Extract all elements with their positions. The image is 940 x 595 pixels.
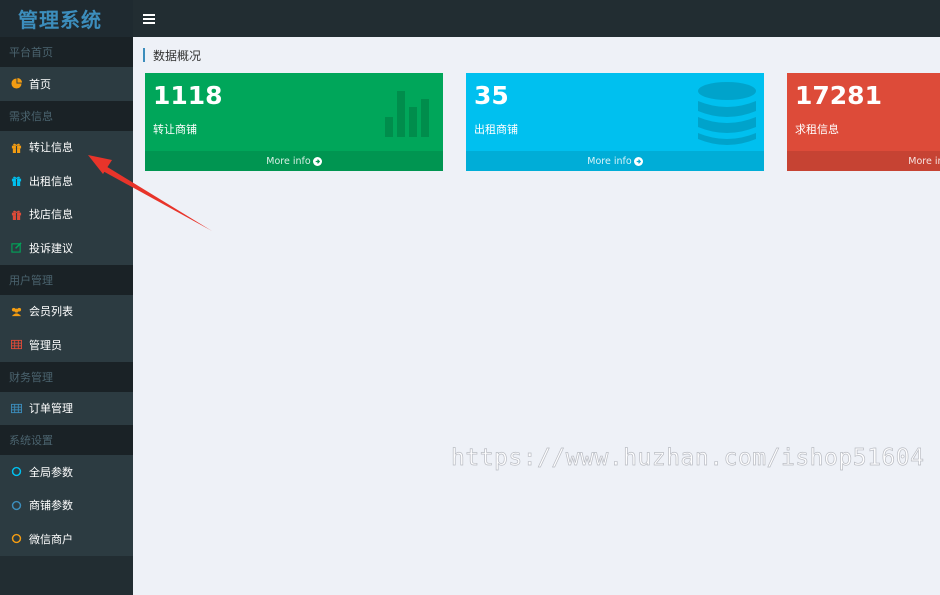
bar-chart-icon — [385, 91, 429, 137]
sidebar-item-rent[interactable]: 出租信息 — [0, 164, 133, 198]
sidebar-item-find-shop[interactable]: 找店信息 — [0, 197, 133, 231]
circle-icon — [10, 533, 22, 545]
sidebar-item-label: 首页 — [29, 77, 51, 91]
more-info-link[interactable]: More info — [466, 151, 764, 171]
circle-icon — [10, 499, 22, 511]
edit-icon — [10, 242, 22, 254]
arrow-circle-right-icon — [312, 156, 322, 166]
sidebar-item-label: 投诉建议 — [29, 241, 73, 255]
sidebar-item-label: 找店信息 — [29, 208, 73, 222]
sidebar-item-label: 会员列表 — [29, 305, 73, 319]
sidebar-item-label: 全局参数 — [29, 465, 73, 479]
database-icon — [698, 82, 756, 145]
app-title: 管理系统 — [18, 8, 102, 32]
sidebar-item-global-params[interactable]: 全局参数 — [0, 455, 133, 489]
table-icon — [10, 402, 22, 414]
menu-toggle-icon[interactable] — [143, 13, 155, 24]
app-logo[interactable]: 管理系统 — [0, 0, 133, 37]
section-header-platform: 平台首页 — [0, 37, 133, 67]
table-icon — [10, 339, 22, 351]
sidebar-item-label: 转让信息 — [29, 141, 73, 155]
more-info-label: More info — [908, 155, 940, 167]
gift-icon — [10, 175, 22, 187]
section-header-finance: 财务管理 — [0, 361, 133, 392]
watermark-text: https://www.huzhan.com/ishop51604 — [451, 445, 925, 472]
sidebar-item-label: 微信商户 — [29, 532, 73, 546]
more-info-link[interactable]: More info — [145, 151, 443, 171]
circle-icon — [10, 466, 22, 478]
top-navbar — [133, 0, 940, 37]
stat-label: 出租商铺 — [474, 123, 518, 136]
sidebar-item-shop-params[interactable]: 商铺参数 — [0, 488, 133, 522]
stat-label: 求租信息 — [795, 123, 839, 136]
stat-number: 17281 — [795, 81, 882, 110]
sidebar-item-transfer[interactable]: 转让信息 — [0, 130, 133, 164]
page-title: 数据概况 — [143, 48, 201, 63]
stat-box-transfer: 1118 转让商铺 More info — [145, 73, 443, 171]
section-header-users: 用户管理 — [0, 264, 133, 295]
more-info-label: More info — [266, 155, 311, 167]
more-info-label: More info — [587, 155, 632, 167]
sidebar-item-label: 商铺参数 — [29, 499, 73, 513]
stat-box-seek-rent: 17281 求租信息 More info — [787, 73, 940, 171]
sidebar-item-complaints[interactable]: 投诉建议 — [0, 231, 133, 265]
stat-number: 1118 — [153, 81, 223, 110]
sidebar: 管理系统 平台首页 首页 需求信息 转让信息 出租信息 找店信息 投诉建议 用户… — [0, 0, 133, 595]
sidebar-item-admins[interactable]: 管理员 — [0, 328, 133, 362]
section-header-system: 系统设置 — [0, 425, 133, 455]
sidebar-item-wechat-merchant[interactable]: 微信商户 — [0, 522, 133, 556]
users-icon — [10, 305, 22, 317]
sidebar-item-home[interactable]: 首页 — [0, 67, 133, 101]
gift-icon — [10, 141, 22, 153]
gift-icon — [10, 208, 22, 220]
sidebar-item-members[interactable]: 会员列表 — [0, 294, 133, 328]
sidebar-item-orders[interactable]: 订单管理 — [0, 391, 133, 425]
arrow-circle-right-icon — [633, 156, 643, 166]
section-header-demand: 需求信息 — [0, 100, 133, 131]
more-info-link[interactable]: More info — [787, 151, 940, 171]
sidebar-item-label: 管理员 — [29, 338, 62, 352]
stat-label: 转让商铺 — [153, 123, 197, 136]
stat-box-rent: 35 出租商铺 More info — [466, 73, 764, 171]
pie-chart-icon — [10, 78, 22, 90]
sidebar-item-label: 出租信息 — [29, 174, 73, 188]
sidebar-item-label: 订单管理 — [29, 402, 73, 416]
stat-number: 35 — [474, 81, 509, 110]
main-content: 数据概况 1118 转让商铺 More info 35 出租商铺 More in… — [133, 37, 940, 595]
